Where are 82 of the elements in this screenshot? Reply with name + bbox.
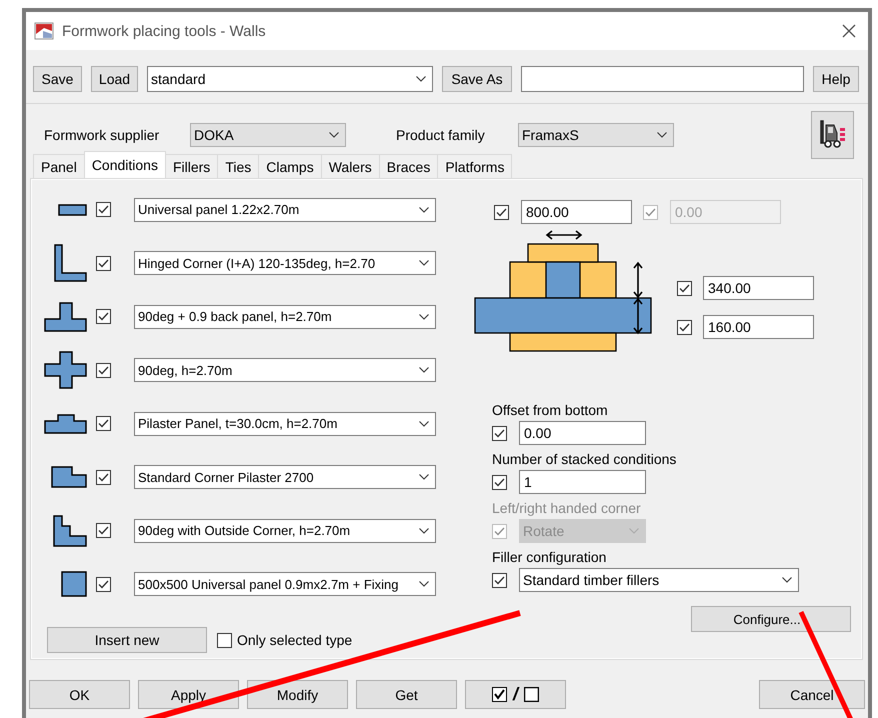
width-field[interactable]: 800.00 xyxy=(521,200,632,224)
outside-corner-shape-icon xyxy=(53,514,87,547)
chevron-down-icon xyxy=(782,577,792,583)
column-shape-icon xyxy=(61,571,87,598)
t-junction-shape-icon xyxy=(44,302,87,332)
checkbox[interactable] xyxy=(492,426,507,440)
checkbox[interactable] xyxy=(677,280,692,296)
chevron-down-icon xyxy=(419,474,429,480)
save-as-button[interactable]: Save As xyxy=(442,66,512,92)
checkbox[interactable] xyxy=(492,474,507,490)
window-title: Formwork placing tools - Walls xyxy=(62,22,266,40)
dropdown[interactable]: 500x500 Universal panel 0.9mx2.7m + Fixing xyxy=(134,572,436,596)
preset-dropdown[interactable]: standard xyxy=(147,66,433,92)
save-button[interactable]: Save xyxy=(33,66,82,92)
checkbox[interactable] xyxy=(96,202,111,218)
cancel-button[interactable]: Cancel xyxy=(759,680,865,709)
app-icon xyxy=(34,22,54,40)
close-icon[interactable] xyxy=(842,24,856,38)
chevron-down-icon xyxy=(419,420,429,427)
checkbox[interactable] xyxy=(492,572,507,588)
input-field[interactable]: 0.00 xyxy=(519,421,646,445)
corner-shape-icon xyxy=(54,244,87,282)
product-family-label: Product family xyxy=(396,127,486,143)
chevron-down-icon xyxy=(629,528,639,534)
checkbox[interactable] xyxy=(494,204,509,220)
checkbox[interactable] xyxy=(96,576,111,592)
check-all-toggle-button[interactable]: / xyxy=(465,680,566,709)
checkbox[interactable] xyxy=(96,523,111,538)
dropdown[interactable]: DOKA xyxy=(190,123,346,147)
checkbox[interactable] xyxy=(677,320,692,334)
forklift-button[interactable] xyxy=(811,111,854,159)
tab[interactable]: Platforms xyxy=(437,154,512,178)
load-button[interactable]: Load xyxy=(91,66,138,92)
checked-box-icon xyxy=(492,687,507,702)
tab[interactable]: Clamps xyxy=(258,154,322,178)
chevron-down-icon xyxy=(419,528,429,534)
chevron-down-icon xyxy=(416,76,426,82)
help-button[interactable]: Help xyxy=(813,66,859,92)
cross-shape-icon xyxy=(44,351,87,390)
option-label: Offset from bottom xyxy=(492,402,608,418)
checkbox[interactable] xyxy=(96,470,111,485)
dropdown[interactable]: FramaxS xyxy=(518,123,674,147)
straight-shape-icon xyxy=(58,204,87,216)
chevron-down-icon xyxy=(419,314,429,320)
tab[interactable]: Conditions xyxy=(84,151,166,178)
dropdown[interactable]: Universal panel 1.22x2.70m xyxy=(134,198,436,222)
checkbox[interactable] xyxy=(96,362,111,378)
dropdown[interactable]: 90deg, h=2.70m xyxy=(134,358,436,382)
supplier-label: Formwork supplier xyxy=(44,127,160,143)
checkbox[interactable] xyxy=(96,256,111,271)
checkbox[interactable] xyxy=(96,416,111,432)
insert-new-button[interactable]: Insert new xyxy=(47,627,207,653)
footer-button[interactable]: OK xyxy=(29,680,130,709)
option-label: Left/right handed corner xyxy=(492,500,641,516)
dropdown[interactable]: Pilaster Panel, t=30.0cm, h=2.70m xyxy=(134,412,436,436)
option-label: Filler configuration xyxy=(492,549,606,565)
footer-button[interactable]: Modify xyxy=(247,680,348,709)
chevron-down-icon xyxy=(419,206,429,213)
checkbox[interactable] xyxy=(96,309,111,324)
depth-field[interactable]: 340.00 xyxy=(703,276,814,300)
tab[interactable]: Panel xyxy=(33,154,85,178)
dropdown[interactable]: 90deg + 0.9 back panel, h=2.70m xyxy=(134,304,436,329)
corner-pilaster-shape-icon xyxy=(51,466,87,488)
checkbox[interactable] xyxy=(217,632,232,648)
chevron-down-icon xyxy=(419,581,429,588)
thickness-field[interactable]: 160.00 xyxy=(703,315,814,339)
chevron-down-icon xyxy=(419,260,429,266)
empty-box-icon xyxy=(524,687,539,702)
dropdown[interactable]: Standard timber fillers xyxy=(519,568,799,592)
chevron-down-icon xyxy=(657,132,667,138)
chevron-down-icon xyxy=(419,367,429,374)
chevron-down-icon xyxy=(329,132,339,138)
option-label: Number of stacked conditions xyxy=(492,451,676,467)
name-field[interactable] xyxy=(521,66,804,92)
dropdown[interactable]: 90deg with Outside Corner, h=2.70m xyxy=(134,518,436,543)
input-field[interactable]: 1 xyxy=(519,470,646,494)
configure-button[interactable]: Configure... xyxy=(691,606,851,632)
pilaster-shape-icon xyxy=(44,414,87,434)
dropdown[interactable]: Hinged Corner (I+A) 120-135deg, h=2.70 xyxy=(134,251,436,276)
checkbox-label: Only selected type xyxy=(237,632,352,648)
dropdown[interactable]: Standard Corner Pilaster 2700 xyxy=(134,465,436,490)
footer-button[interactable]: Get xyxy=(356,680,457,709)
